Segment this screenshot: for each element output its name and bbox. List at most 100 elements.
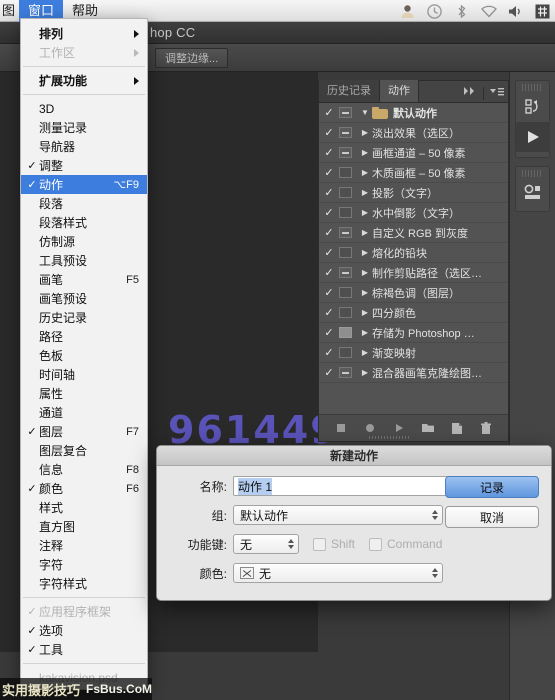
menu-item-0[interactable]: 排列 bbox=[21, 24, 147, 43]
expand-triangle-right-icon[interactable]: ▶ bbox=[358, 168, 372, 177]
expand-triangle-down-icon[interactable]: ▼ bbox=[358, 108, 372, 117]
action-dialog-toggle-icon[interactable] bbox=[339, 347, 352, 358]
menu-item-12[interactable]: 仿制源 bbox=[21, 232, 147, 251]
action-toggle-check-icon[interactable]: ✓ bbox=[319, 266, 339, 279]
stepper-icon-2[interactable] bbox=[288, 539, 294, 549]
history-brush-dock-icon[interactable] bbox=[516, 94, 550, 120]
menu-item-33[interactable]: ✓选项 bbox=[21, 621, 147, 640]
expand-triangle-right-icon[interactable]: ▶ bbox=[358, 348, 372, 357]
function-key-select[interactable]: 无 bbox=[233, 534, 299, 554]
action-dialog-toggle-icon[interactable] bbox=[339, 187, 352, 198]
expand-triangle-right-icon[interactable]: ▶ bbox=[358, 328, 372, 337]
menu-item-6[interactable]: 测量记录 bbox=[21, 118, 147, 137]
action-dialog-toggle-icon[interactable] bbox=[339, 367, 352, 378]
menu-item-3[interactable]: 扩展功能 bbox=[21, 71, 147, 90]
new-set-icon[interactable] bbox=[419, 420, 437, 436]
cancel-button[interactable]: 取消 bbox=[445, 506, 539, 528]
actions-panel[interactable]: 历史记录 动作 bbox=[318, 80, 509, 442]
expand-triangle-right-icon[interactable]: ▶ bbox=[358, 268, 372, 277]
record-icon[interactable] bbox=[361, 420, 379, 436]
action-row[interactable]: ✓▶四分颜色 bbox=[319, 303, 508, 323]
action-toggle-check-icon[interactable]: ✓ bbox=[319, 186, 339, 199]
play-dock-icon[interactable] bbox=[516, 122, 550, 152]
wifi-icon[interactable] bbox=[480, 3, 497, 20]
action-row[interactable]: ✓▶木质画框 – 50 像素 bbox=[319, 163, 508, 183]
play-icon[interactable] bbox=[390, 420, 408, 436]
action-dialog-toggle-icon[interactable] bbox=[339, 327, 352, 338]
panel-menu-icon[interactable] bbox=[489, 84, 505, 102]
menu-item-22[interactable]: ✓图层F7 bbox=[21, 422, 147, 441]
menu-item-27[interactable]: 直方图 bbox=[21, 517, 147, 536]
action-toggle-check-icon[interactable]: ✓ bbox=[319, 226, 339, 239]
action-toggle-check-icon[interactable]: ✓ bbox=[319, 206, 339, 219]
menu-item-21[interactable]: 通道 bbox=[21, 403, 147, 422]
action-toggle-check-icon[interactable]: ✓ bbox=[319, 326, 339, 339]
menu-item-30[interactable]: 字符样式 bbox=[21, 574, 147, 593]
action-row[interactable]: ✓▶淡出效果（选区） bbox=[319, 123, 508, 143]
action-dialog-toggle-icon[interactable] bbox=[339, 207, 352, 218]
expand-triangle-right-icon[interactable]: ▶ bbox=[358, 208, 372, 217]
stepper-icon-3[interactable] bbox=[432, 568, 438, 578]
shift-checkbox[interactable] bbox=[313, 538, 326, 551]
time-machine-icon[interactable] bbox=[426, 3, 443, 20]
bluetooth-icon[interactable] bbox=[453, 3, 470, 20]
expand-triangle-right-icon[interactable]: ▶ bbox=[358, 368, 372, 377]
menu-item-24[interactable]: 信息F8 bbox=[21, 460, 147, 479]
menu-item-15[interactable]: 画笔预设 bbox=[21, 289, 147, 308]
window-menu-dropdown[interactable]: 排列工作区扩展功能3D测量记录导航器✓调整✓动作⌥F9段落段落样式仿制源工具预设… bbox=[20, 18, 148, 690]
collapse-panel-icon[interactable] bbox=[462, 84, 478, 102]
action-set-select[interactable]: 默认动作 bbox=[233, 505, 443, 525]
action-dialog-toggle-icon[interactable] bbox=[339, 227, 352, 238]
action-dialog-toggle-icon[interactable] bbox=[339, 287, 352, 298]
menu-item-5[interactable]: 3D bbox=[21, 99, 147, 118]
input-method-icon[interactable] bbox=[534, 3, 551, 20]
menu-item-29[interactable]: 字符 bbox=[21, 555, 147, 574]
stop-icon[interactable] bbox=[332, 420, 350, 436]
expand-triangle-right-icon[interactable]: ▶ bbox=[358, 288, 372, 297]
horizontal-scrollbar[interactable] bbox=[369, 436, 409, 439]
menu-item-16[interactable]: 历史记录 bbox=[21, 308, 147, 327]
action-row[interactable]: ✓▶画框通道 – 50 像素 bbox=[319, 143, 508, 163]
volume-icon[interactable] bbox=[507, 3, 524, 20]
action-dialog-toggle-icon[interactable] bbox=[339, 127, 352, 138]
action-toggle-check-icon[interactable]: ✓ bbox=[319, 126, 339, 139]
expand-triangle-right-icon[interactable]: ▶ bbox=[358, 188, 372, 197]
dock-grip-icon[interactable] bbox=[522, 84, 543, 91]
action-toggle-check-icon[interactable]: ✓ bbox=[319, 166, 339, 179]
refine-edge-button[interactable]: 调整边缘... bbox=[155, 48, 228, 68]
action-row[interactable]: ✓▶制作剪贴路径（选区… bbox=[319, 263, 508, 283]
record-button[interactable]: 记录 bbox=[445, 476, 539, 498]
os-menu-0[interactable]: 图 bbox=[0, 0, 19, 22]
action-row[interactable]: ✓▶存储为 Photoshop … bbox=[319, 323, 508, 343]
menu-item-20[interactable]: 属性 bbox=[21, 384, 147, 403]
action-row[interactable]: ✓▼默认动作 bbox=[319, 103, 508, 123]
command-checkbox[interactable] bbox=[369, 538, 382, 551]
expand-triangle-right-icon[interactable]: ▶ bbox=[358, 228, 372, 237]
stepper-icon[interactable] bbox=[432, 510, 438, 520]
action-toggle-check-icon[interactable]: ✓ bbox=[319, 346, 339, 359]
action-dialog-toggle-icon[interactable] bbox=[339, 247, 352, 258]
menu-item-26[interactable]: 样式 bbox=[21, 498, 147, 517]
menu-item-13[interactable]: 工具预设 bbox=[21, 251, 147, 270]
menu-item-11[interactable]: 段落样式 bbox=[21, 213, 147, 232]
menu-item-8[interactable]: ✓调整 bbox=[21, 156, 147, 175]
action-dialog-toggle-icon[interactable] bbox=[339, 147, 352, 158]
action-toggle-check-icon[interactable]: ✓ bbox=[319, 306, 339, 319]
expand-triangle-right-icon[interactable]: ▶ bbox=[358, 148, 372, 157]
menu-item-23[interactable]: 图层复合 bbox=[21, 441, 147, 460]
menu-item-9[interactable]: ✓动作⌥F9 bbox=[21, 175, 147, 194]
shift-checkbox-wrap[interactable]: Shift bbox=[313, 537, 355, 551]
action-toggle-check-icon[interactable]: ✓ bbox=[319, 246, 339, 259]
action-row[interactable]: ✓▶棕褐色调（图层） bbox=[319, 283, 508, 303]
action-toggle-check-icon[interactable]: ✓ bbox=[319, 286, 339, 299]
menu-item-10[interactable]: 段落 bbox=[21, 194, 147, 213]
menu-item-18[interactable]: 色板 bbox=[21, 346, 147, 365]
expand-triangle-right-icon[interactable]: ▶ bbox=[358, 128, 372, 137]
properties-dock-icon[interactable] bbox=[516, 180, 550, 206]
expand-triangle-right-icon[interactable]: ▶ bbox=[358, 248, 372, 257]
actions-list[interactable]: ✓▼默认动作✓▶淡出效果（选区）✓▶画框通道 – 50 像素✓▶木质画框 – 5… bbox=[319, 103, 508, 408]
color-select[interactable]: 无 bbox=[233, 563, 443, 583]
menu-item-28[interactable]: 注释 bbox=[21, 536, 147, 555]
action-row[interactable]: ✓▶混合器画笔克隆绘图… bbox=[319, 363, 508, 383]
dock-grip-2-icon[interactable] bbox=[522, 170, 543, 177]
